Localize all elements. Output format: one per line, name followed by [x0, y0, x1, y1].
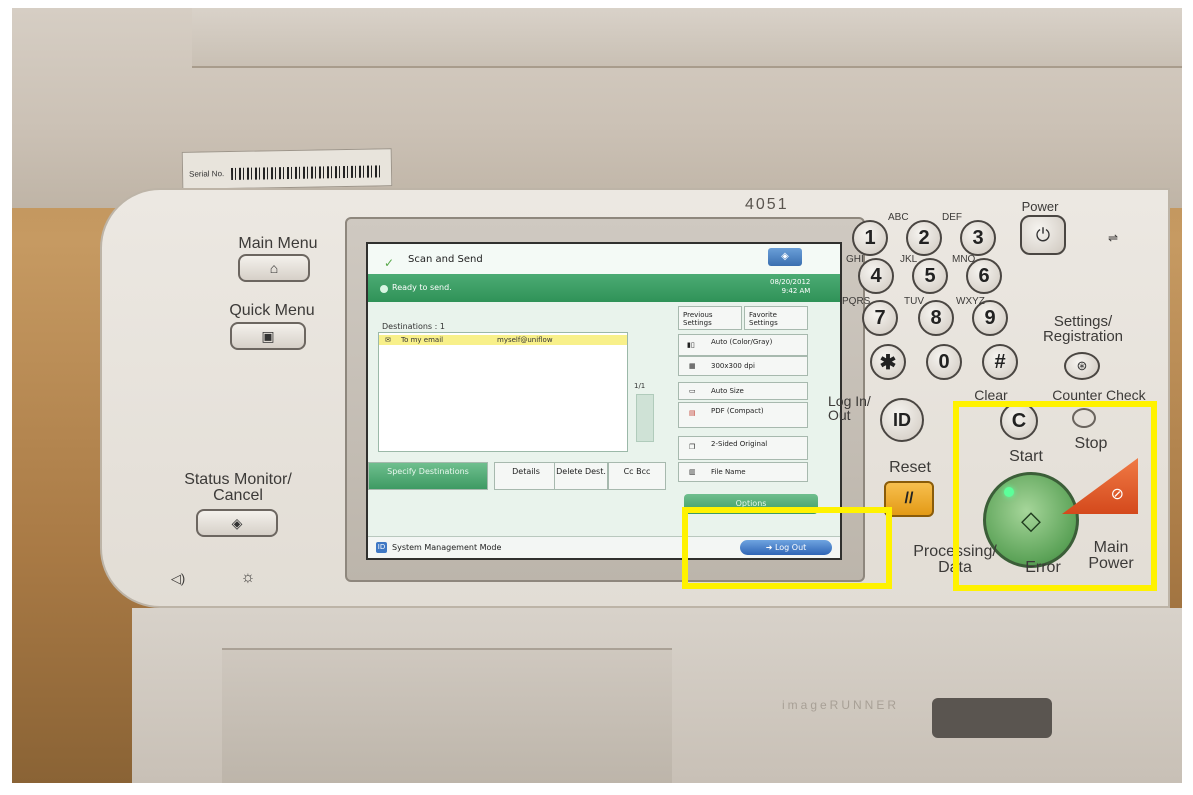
key-1[interactable]: 1 — [852, 220, 888, 256]
counter-check-label: Counter Check — [1052, 387, 1146, 403]
clear-label: Clear — [974, 387, 1008, 403]
key-2-letters: ABC — [888, 212, 909, 223]
id-button[interactable]: ID — [880, 398, 924, 442]
settings-button[interactable]: ⊛ — [1064, 352, 1100, 380]
status-monitor-button[interactable]: ◈ — [196, 509, 278, 537]
color-icon: ▮▯ — [687, 341, 695, 349]
date-time: 08/20/2012 9:42 AM — [770, 278, 810, 296]
quick-menu-label: Quick Menu — [229, 302, 315, 319]
key-6-letters: MNO — [952, 254, 976, 265]
brand-text: imageRUNNER — [782, 698, 900, 712]
model-number: 4051 — [745, 196, 789, 213]
screen-title: Scan and Send — [408, 254, 483, 265]
screen-titlebar: ✓ Scan and Send ◈ — [368, 244, 840, 274]
home-icon: ⌂ — [269, 260, 279, 276]
previous-settings-label: Previous Settings — [683, 311, 713, 327]
size-icon: ▭ — [689, 387, 696, 395]
key-3[interactable]: 3 — [960, 220, 996, 256]
destination-name: To my email — [401, 336, 444, 344]
details-button[interactable]: Details — [494, 462, 558, 490]
color-mode-button[interactable]: ▮▯ Auto (Color/Gray) — [678, 334, 808, 356]
delete-dest-button[interactable]: Delete Dest. — [554, 462, 608, 490]
key-3-letters: DEF — [942, 212, 962, 223]
leaf-icon: ✓ — [384, 256, 395, 270]
key-8-letters: TUV — [904, 296, 924, 307]
paper-drawer[interactable] — [222, 648, 672, 783]
settings-label: Settings/ Registration — [1042, 313, 1124, 345]
two-sided-icon: ❐ — [689, 443, 696, 451]
previous-settings-button[interactable]: Previous Settings — [678, 306, 742, 330]
size-button[interactable]: ▭ Auto Size — [678, 382, 808, 400]
power-label: Power — [1021, 199, 1059, 214]
main-menu-label: Main Menu — [238, 235, 318, 252]
id-mode-icon: ID — [376, 542, 387, 553]
key-5[interactable]: 5 — [912, 258, 948, 294]
status-bar: Ready to send. 08/20/2012 9:42 AM — [368, 274, 840, 302]
status-monitor-label: Status Monitor/ Cancel — [184, 471, 292, 504]
destination-list: ✉ To my email myself@uniflow — [378, 332, 628, 452]
key-9-letters: WXYZ — [956, 296, 985, 307]
main-menu-button[interactable]: ⌂ — [238, 254, 310, 282]
two-sided-button[interactable]: ❐ 2-Sided Original — [678, 436, 808, 460]
favorite-settings-button[interactable]: Favorite Settings — [744, 306, 808, 330]
power-icon: ⏻ — [1035, 224, 1051, 245]
cc-bcc-button[interactable]: Cc Bcc — [608, 462, 666, 490]
quick-menu-icon: ▣ — [261, 327, 275, 344]
logout-highlight-box — [682, 507, 892, 589]
size-label: Auto Size — [711, 387, 744, 395]
key-5-letters: JKL — [900, 254, 918, 265]
side-handle[interactable] — [932, 698, 1052, 738]
file-name-icon: ▥ — [689, 468, 696, 476]
photo-background: Serial No. imageRUNNER 4051 Main Menu ⌂ … — [0, 0, 1193, 795]
envelope-icon: ✉ — [385, 336, 391, 344]
brightness-icon: ☼ — [240, 569, 256, 586]
settings-column: Previous Settings Favorite Settings ▮▯ A… — [678, 306, 810, 506]
start-highlight-box — [953, 401, 1157, 591]
destinations-label: Destinations : 1 — [382, 322, 445, 331]
resolution-button[interactable]: ▦ 300x300 dpi — [678, 356, 808, 376]
barcode-icon — [230, 165, 382, 180]
pdf-icon: ▤ — [689, 409, 696, 417]
page-counter: 1/1 — [634, 382, 646, 390]
destination-address: myself@uniflow — [497, 336, 553, 344]
key-2[interactable]: 2 — [906, 220, 942, 256]
key-7-letters: PQRS — [842, 296, 871, 307]
key-0[interactable]: 0 — [926, 344, 962, 380]
status-text: Ready to send. — [392, 283, 452, 292]
key-4-letters: GHI — [846, 254, 864, 265]
status-monitor-icon: ◈ — [231, 514, 243, 531]
log-in-out-label: Log In/ Out — [828, 393, 871, 423]
file-format-button[interactable]: ▤ PDF (Compact) — [678, 402, 808, 428]
key-hash[interactable]: # — [982, 344, 1018, 380]
serial-label: Serial No. — [181, 148, 393, 190]
destination-buttons: Specify Destinations Details Delete Dest… — [368, 462, 668, 492]
resolution-icon: ▦ — [689, 362, 696, 370]
settings-icon: ⊛ — [1076, 358, 1088, 373]
reset-label: Reset — [889, 459, 931, 476]
file-name-label: File Name — [711, 468, 746, 476]
file-format-label: PDF (Compact) — [711, 407, 764, 415]
usb-icon: ⇌ — [1107, 231, 1119, 245]
color-mode-label: Auto (Color/Gray) — [711, 338, 773, 346]
resolution-label: 300x300 dpi — [711, 362, 755, 370]
power-button[interactable]: ⏻ — [1020, 215, 1066, 255]
favorite-settings-label: Favorite Settings — [749, 311, 778, 327]
key-star[interactable]: ✱ — [870, 344, 906, 380]
volume-icon: ◁) — [170, 571, 186, 586]
time-text: 9:42 AM — [781, 287, 811, 295]
two-sided-label: 2-Sided Original — [711, 440, 768, 448]
mode-text: System Management Mode — [392, 543, 502, 552]
specify-destinations-button[interactable]: Specify Destinations — [368, 462, 488, 490]
document-feeder — [192, 8, 1182, 68]
scroll-buttons[interactable] — [636, 394, 654, 442]
date-text: 08/20/2012 — [770, 278, 811, 286]
destination-row[interactable]: ✉ To my email myself@uniflow — [379, 335, 627, 345]
quick-menu-button[interactable]: ▣ — [230, 322, 306, 350]
status-dot-icon — [380, 285, 388, 293]
file-name-button[interactable]: ▥ File Name — [678, 462, 808, 482]
serial-text: Serial No. — [188, 169, 225, 179]
cube-icon[interactable]: ◈ — [768, 248, 802, 266]
